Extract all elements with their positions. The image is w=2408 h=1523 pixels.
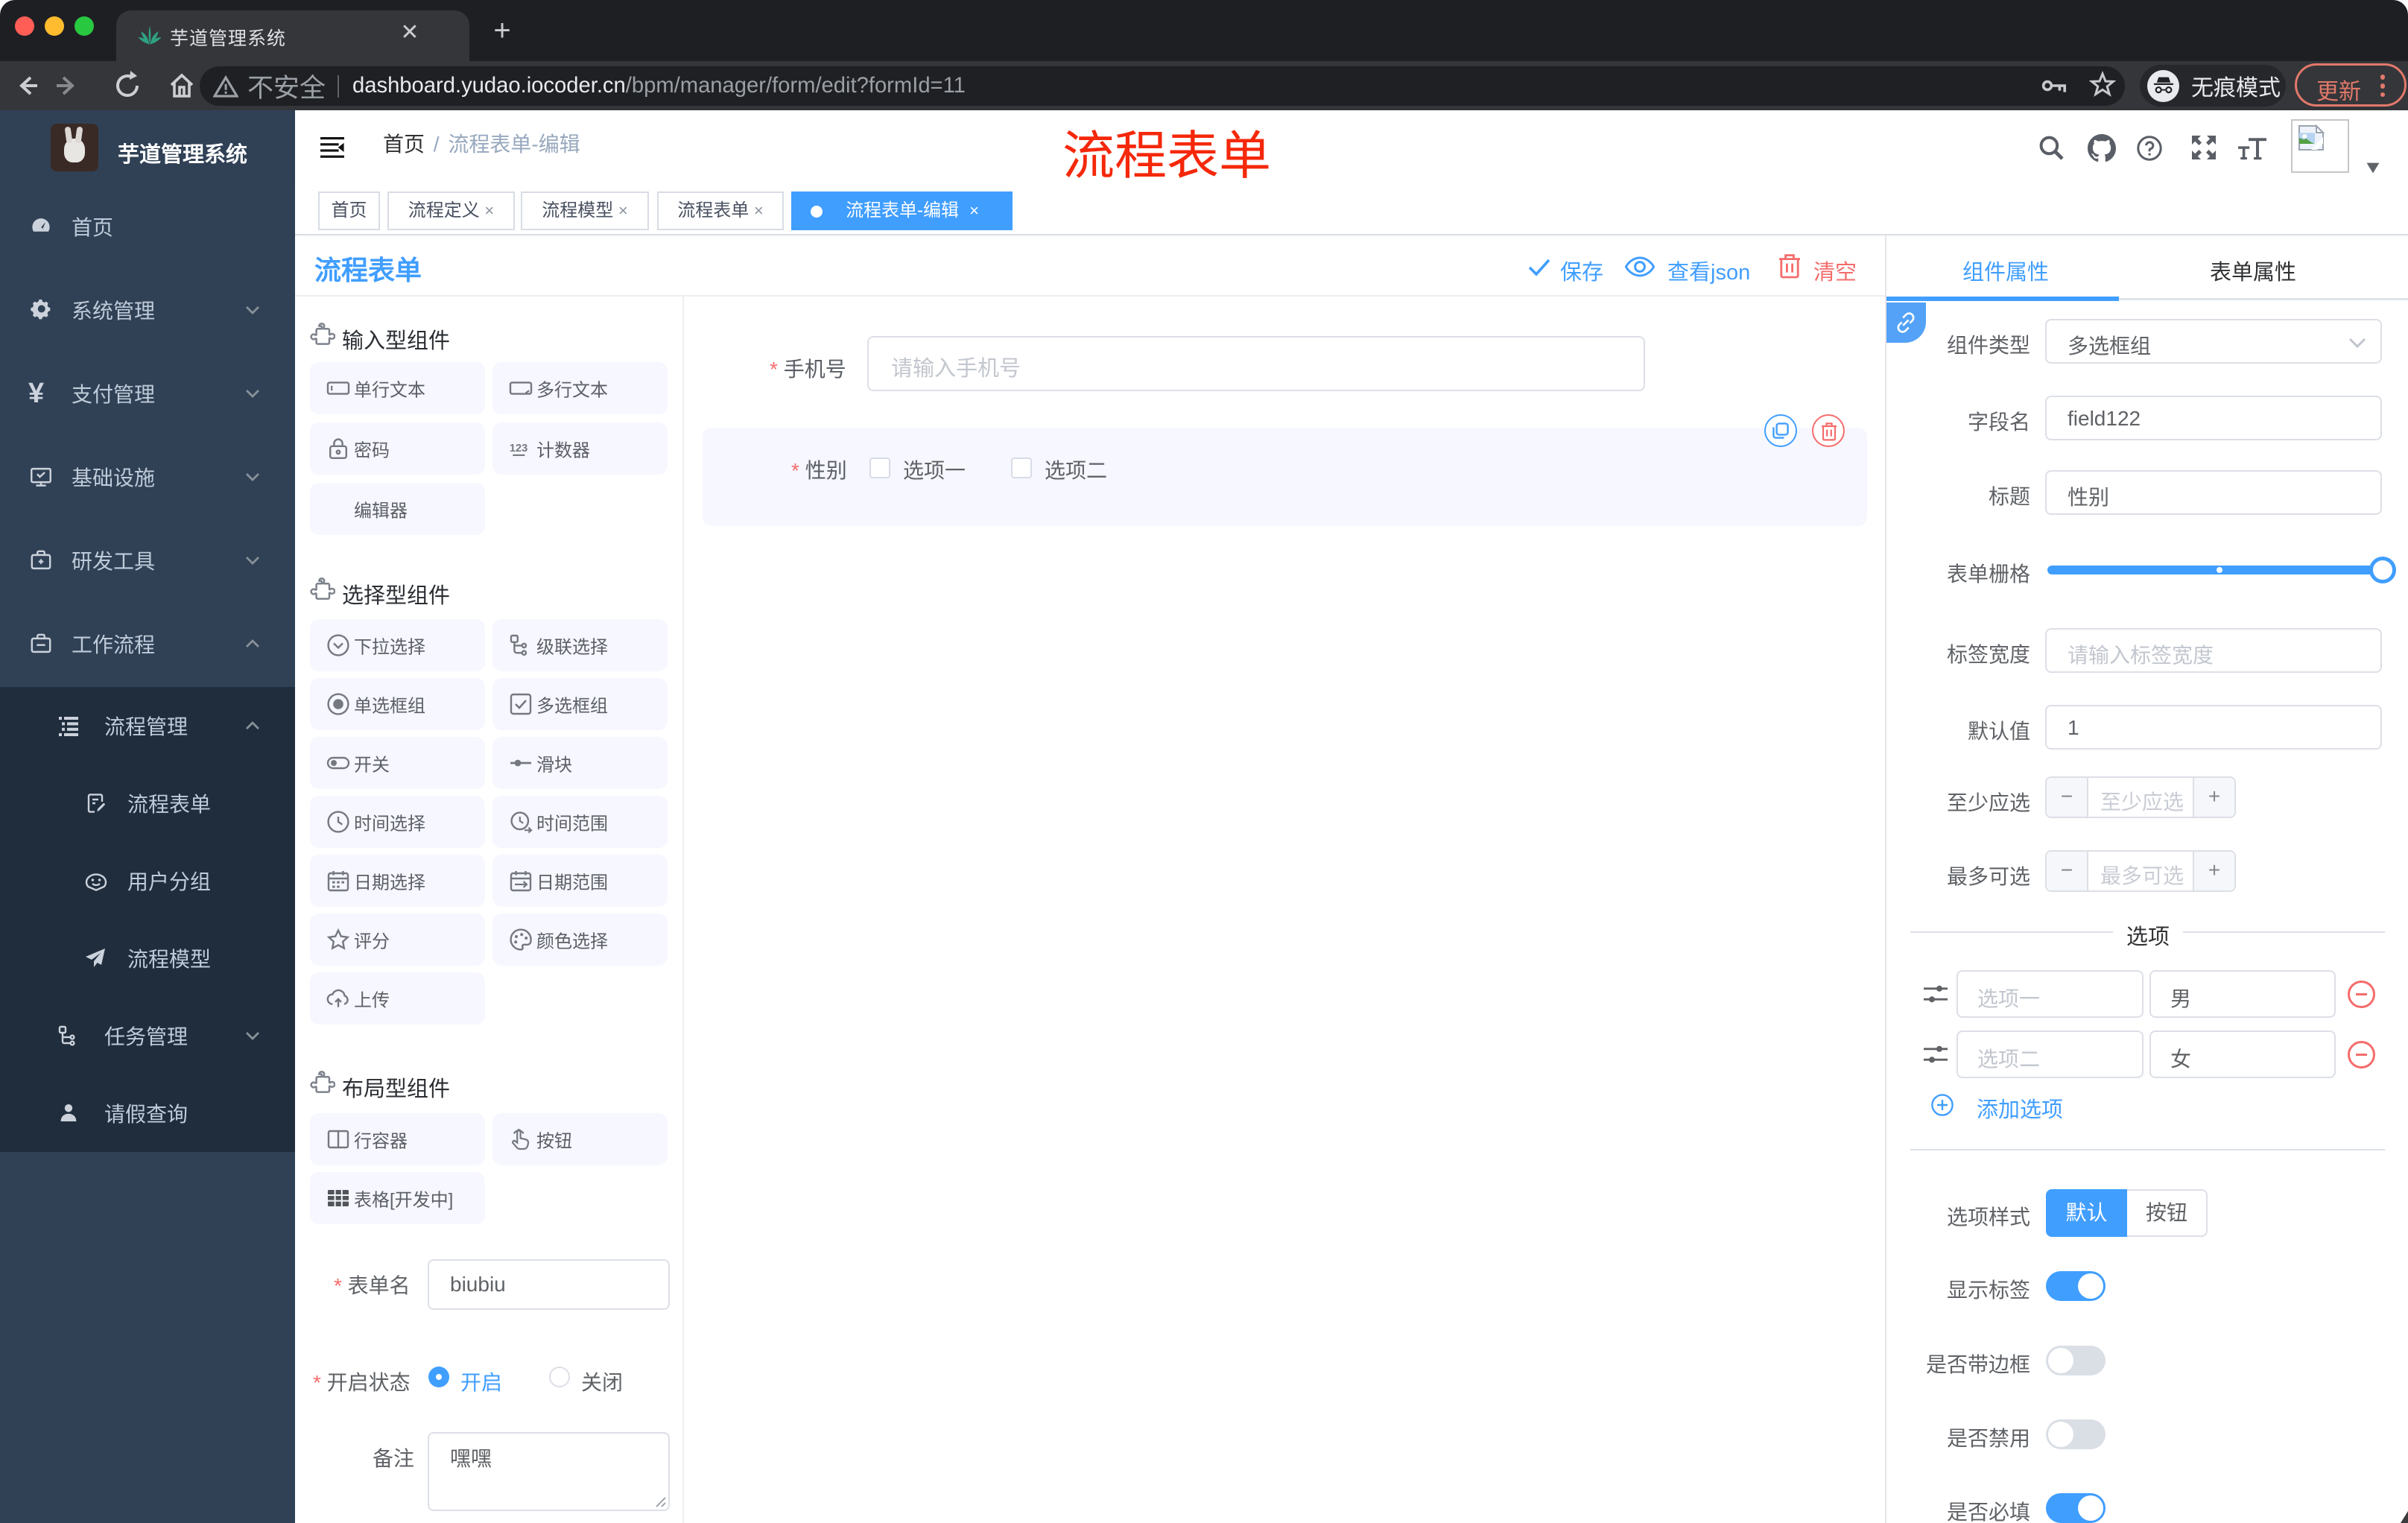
svg-text:123: 123 xyxy=(510,443,527,455)
